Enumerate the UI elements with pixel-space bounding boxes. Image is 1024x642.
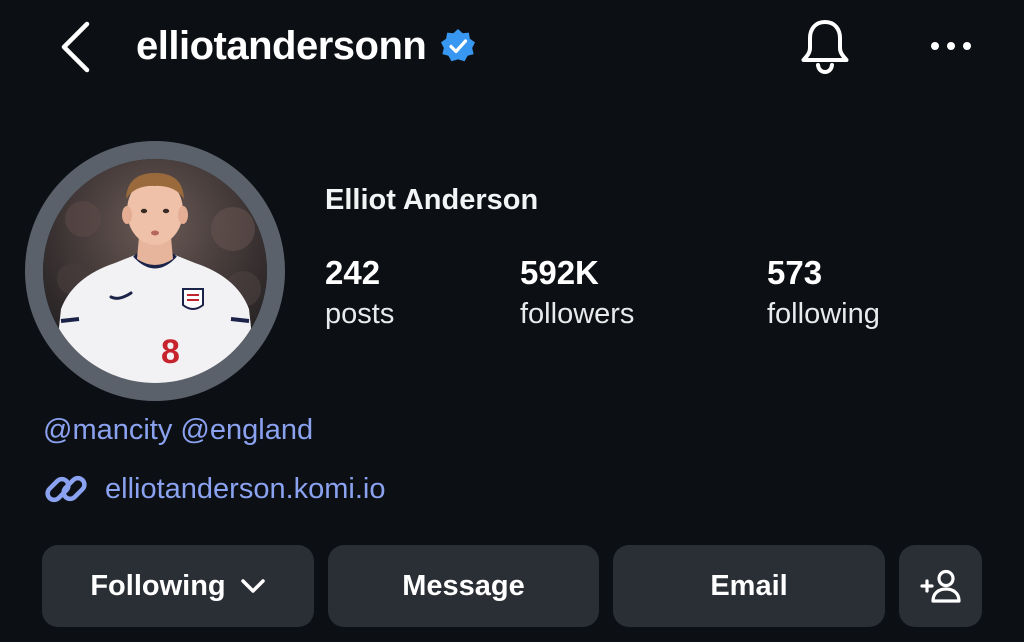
message-button[interactable]: Message [328, 545, 599, 627]
followers-stat[interactable]: 592K followers [520, 252, 634, 334]
username-title: elliotandersonn [136, 23, 427, 68]
bell-icon [801, 20, 849, 75]
profile-header-title: elliotandersonn [136, 18, 476, 74]
following-button[interactable]: Following [42, 545, 314, 627]
add-user-button[interactable] [899, 545, 982, 627]
posts-stat[interactable]: 242 posts [325, 252, 394, 334]
email-button-label: Email [710, 569, 788, 602]
add-person-icon [919, 569, 961, 603]
svg-text:8: 8 [161, 333, 180, 371]
mention-england-link[interactable]: @england [180, 414, 313, 446]
chevron-down-icon [240, 579, 265, 593]
following-label: following [767, 298, 880, 330]
message-button-label: Message [402, 569, 525, 602]
notifications-button[interactable] [796, 16, 854, 76]
display-name: Elliot Anderson [325, 184, 539, 216]
more-options-button[interactable] [926, 26, 976, 66]
bio-link-text: elliotanderson.komi.io [105, 472, 386, 505]
mention-mancity-link[interactable]: @mancity [43, 414, 172, 446]
back-button[interactable] [50, 18, 100, 76]
followers-label: followers [520, 298, 635, 330]
posts-count: 242 [325, 254, 381, 291]
following-button-label: Following [90, 569, 226, 602]
chevron-left-icon [61, 21, 90, 73]
email-button[interactable]: Email [613, 545, 885, 627]
following-stat[interactable]: 573 following [767, 252, 880, 334]
posts-label: posts [325, 298, 395, 330]
link-icon [45, 475, 87, 503]
avatar[interactable]: 8 [43, 159, 267, 383]
verified-badge-icon [440, 28, 476, 64]
profile-photo: 8 [43, 159, 267, 383]
bio-mentions: @mancity @england [43, 414, 313, 447]
more-horizontal-icon [931, 42, 971, 50]
followers-count: 592K [520, 254, 599, 291]
bio-link[interactable]: elliotanderson.komi.io [43, 466, 385, 512]
following-count: 573 [767, 254, 823, 291]
